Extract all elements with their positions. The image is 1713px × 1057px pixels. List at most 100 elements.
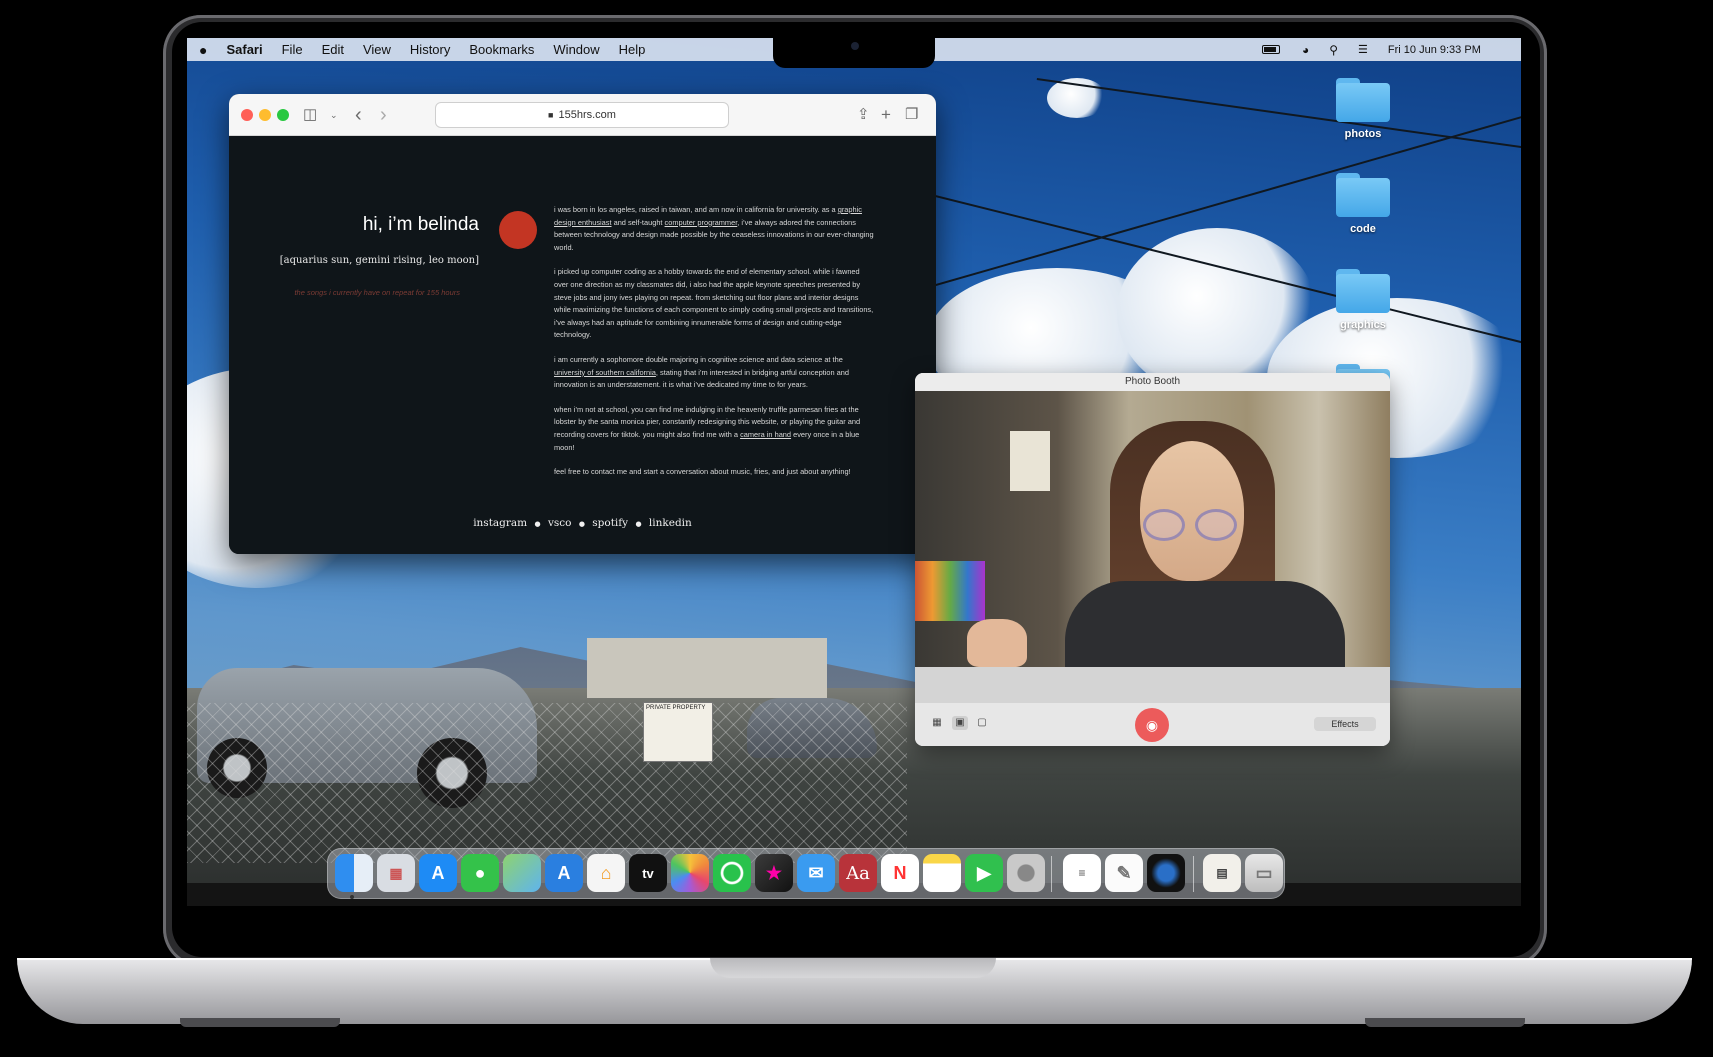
dock: ▦ A ● A ⌂ tv ★ ✉ Aa N ▶ ≡ ✎ ▤ ▭ <box>327 848 1285 899</box>
menu-view[interactable]: View <box>363 42 391 57</box>
menu-window[interactable]: Window <box>553 42 599 57</box>
dock-divider <box>1051 856 1052 892</box>
finder-icon[interactable] <box>335 854 373 892</box>
lock-icon: ■ <box>548 110 554 120</box>
base-opening-notch <box>710 958 996 978</box>
person-hand <box>967 619 1027 667</box>
maps-icon[interactable] <box>503 854 541 892</box>
menu-bookmarks[interactable]: Bookmarks <box>469 42 534 57</box>
photos-icon[interactable] <box>671 854 709 892</box>
menu-file[interactable]: File <box>282 42 303 57</box>
messages-icon[interactable]: ● <box>461 854 499 892</box>
computer-programmer-link[interactable]: computer programmer <box>665 218 738 227</box>
vsco-link[interactable]: vsco <box>548 517 572 529</box>
bio-paragraph: i picked up computer coding as a hobby t… <box>554 267 874 340</box>
red-circle-logo <box>499 211 537 249</box>
share-icon[interactable]: ⇪ <box>857 105 870 125</box>
facetime-icon[interactable]: ▶ <box>965 854 1003 892</box>
final-cut-pro-icon[interactable]: ★ <box>755 854 793 892</box>
bio-paragraph: when i’m not at school, you can find me … <box>554 404 861 452</box>
photo-booth-window: Photo Booth ▦ ▣ ▢ ◉ Effects <box>915 373 1390 746</box>
control-center-icon[interactable]: ☰ <box>1358 43 1368 56</box>
quicktime-icon[interactable] <box>1147 854 1185 892</box>
camera-in-hand-link[interactable]: camera in hand <box>740 430 791 439</box>
search-icon[interactable]: ⚲ <box>1329 43 1338 57</box>
shutter-button[interactable]: ◉ <box>1135 708 1169 742</box>
battery-icon[interactable] <box>1262 45 1280 54</box>
usc-link[interactable]: university of southern california <box>554 368 656 377</box>
back-icon[interactable]: ‹ <box>355 105 362 125</box>
folder-label: graphics <box>1340 319 1386 331</box>
folder-label: code <box>1350 223 1376 235</box>
desktop-folder-graphics[interactable]: graphics <box>1328 269 1398 331</box>
photo-booth-title: Photo Booth <box>915 373 1390 391</box>
news-icon[interactable]: N <box>881 854 919 892</box>
folder-label: photos <box>1344 128 1382 140</box>
spotify-link[interactable]: spotify <box>592 517 628 529</box>
reminders-icon[interactable]: ≡ <box>1063 854 1101 892</box>
desktop-folder-code[interactable]: code <box>1328 173 1398 235</box>
apple-menu-icon[interactable]: ● <box>199 42 207 58</box>
bio-paragraph: feel free to contact me and start a conv… <box>554 467 851 477</box>
linkedin-link[interactable]: linkedin <box>649 517 692 529</box>
single-photo-mode-icon[interactable]: ▣ <box>952 716 968 730</box>
glasses-lens-left <box>1143 509 1185 541</box>
separator-dot: ● <box>534 520 541 528</box>
minimize-window-button[interactable] <box>259 109 271 121</box>
new-tab-icon[interactable]: + <box>881 105 891 125</box>
camera-preview <box>915 391 1390 671</box>
safari-toolbar: ◫ ⌄ ‹ › ■ 155hrs.com ⇪ + ❐ <box>229 94 936 136</box>
apple-tv-icon[interactable]: tv <box>629 854 667 892</box>
textedit-icon[interactable]: ✎ <box>1105 854 1143 892</box>
bookshelf-books <box>915 561 985 621</box>
zoom-window-button[interactable] <box>277 109 289 121</box>
separator-dot: ● <box>635 520 642 528</box>
notes-icon[interactable] <box>923 854 961 892</box>
preview-document-icon[interactable]: ▤ <box>1203 854 1241 892</box>
home-icon[interactable]: ⌂ <box>587 854 625 892</box>
menubar-clock[interactable]: Fri 10 Jun 9:33 PM <box>1388 44 1481 56</box>
menu-history[interactable]: History <box>410 42 450 57</box>
close-window-button[interactable] <box>241 109 253 121</box>
photo-booth-controls: ▦ ▣ ▢ ◉ Effects <box>915 703 1390 746</box>
app-store-icon[interactable]: A <box>419 854 457 892</box>
songs-on-repeat-link[interactable]: the songs i currently have on repeat for… <box>294 288 460 297</box>
camera-icon: ◉ <box>1145 716 1159 733</box>
status-icons: ◕ ⚲ ☰ Fri 10 Jun 9:33 PM <box>1262 38 1481 61</box>
menu-help[interactable]: Help <box>619 42 646 57</box>
instagram-link[interactable]: instagram <box>473 517 527 529</box>
glasses-lens-right <box>1195 509 1237 541</box>
dictionary-icon[interactable]: Aa <box>839 854 877 892</box>
laptop-mockup: PRIVATE PROPERTY ● Safari File Edit View… <box>0 0 1713 1057</box>
address-text: 155hrs.com <box>558 109 616 121</box>
address-bar[interactable]: ■ 155hrs.com <box>435 102 729 128</box>
video-mode-icon[interactable]: ▢ <box>974 716 990 730</box>
effects-button[interactable]: Effects <box>1314 717 1376 731</box>
four-up-mode-icon[interactable]: ▦ <box>929 716 945 730</box>
tab-overview-icon[interactable]: ❐ <box>905 105 918 125</box>
wifi-icon[interactable]: ◕ <box>1302 43 1309 57</box>
web-page: hi, i’m belinda [aquarius sun, gemini ri… <box>229 136 936 554</box>
desktop-folder-photos[interactable]: photos <box>1328 78 1398 140</box>
trash-icon[interactable]: ▭ <box>1245 854 1283 892</box>
folder-icon <box>1336 173 1390 217</box>
shelf-item <box>1010 431 1050 491</box>
screen: PRIVATE PROPERTY ● Safari File Edit View… <box>187 38 1521 906</box>
running-indicator <box>350 895 354 899</box>
launchpad-icon[interactable]: ▦ <box>377 854 415 892</box>
mail-icon[interactable]: ✉ <box>797 854 835 892</box>
sidebar-toggle-icon[interactable]: ◫ <box>303 105 317 125</box>
folder-icon <box>1336 269 1390 313</box>
menu-app-name[interactable]: Safari <box>226 42 262 57</box>
social-links: instagram ● vsco ● spotify ● linkedin <box>229 517 936 529</box>
system-preferences-icon[interactable] <box>1007 854 1045 892</box>
laptop-foot-right <box>1365 1018 1525 1027</box>
find-my-icon[interactable] <box>713 854 751 892</box>
xcode-icon[interactable]: A <box>545 854 583 892</box>
forward-icon[interactable]: › <box>380 105 387 125</box>
sidebar-chevron-icon[interactable]: ⌄ <box>330 105 338 125</box>
photo-strip <box>915 667 1390 703</box>
menu-edit[interactable]: Edit <box>322 42 344 57</box>
bio-paragraph: i was born in los angeles, raised in tai… <box>554 205 874 252</box>
wallpaper-house <box>587 638 827 698</box>
